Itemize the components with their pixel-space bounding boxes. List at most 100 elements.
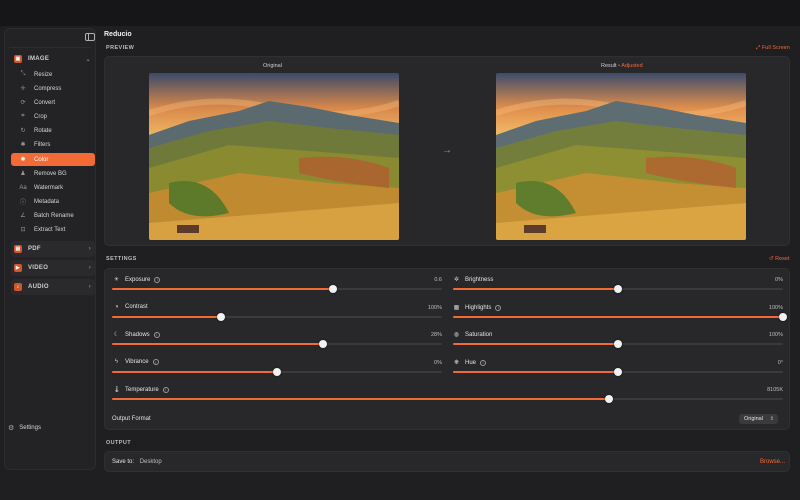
slider-name: Brightness xyxy=(465,276,494,283)
info-icon[interactable]: i xyxy=(153,331,160,338)
save-to-label: Save to: xyxy=(112,459,135,465)
slider-hue[interactable] xyxy=(453,368,783,376)
sidebar-item-label: Crop xyxy=(34,113,48,120)
sidebar-item-label: Compress xyxy=(34,85,62,92)
reset-label: Reset xyxy=(775,256,790,262)
info-icon[interactable]: i xyxy=(152,359,159,365)
slider-name: Shadows xyxy=(125,331,150,338)
sidebar-item-watermark[interactable]: Aa Watermark xyxy=(11,181,95,194)
slider-brightness[interactable] xyxy=(453,285,783,293)
sidebar-item-convert[interactable]: ⟳ Convert xyxy=(11,96,95,109)
info-icon[interactable]: i xyxy=(154,276,161,283)
output-format-select[interactable]: Original ⇕ xyxy=(739,414,778,424)
sidebar-settings[interactable]: ⚙ Settings xyxy=(8,424,41,432)
slider-value-hue: 0° xyxy=(777,360,783,366)
slider-fill xyxy=(453,343,618,345)
slider-value-brightness: 0% xyxy=(775,277,783,283)
landscape-photo-result xyxy=(496,73,746,240)
sidebar-section-image[interactable]: ▣ IMAGE ⌄ xyxy=(11,51,95,67)
slider-thumb[interactable] xyxy=(614,368,622,376)
slider-exposure[interactable] xyxy=(112,285,442,293)
sidebar-item-batch-rename[interactable]: ∠ Batch Rename xyxy=(11,209,95,222)
saturation-icon: ◍ xyxy=(453,332,460,338)
output-panel xyxy=(104,451,790,472)
slider-contrast[interactable] xyxy=(112,313,442,321)
slider-name: Highlights xyxy=(465,304,492,311)
output-format-label: Output Format xyxy=(112,416,151,422)
sidebar-item-resize[interactable]: ⤡ Resize xyxy=(11,68,95,81)
slider-value-shadows: 28% xyxy=(430,332,442,338)
full-screen-button[interactable]: ⤢ Full Screen xyxy=(756,45,790,52)
slider-name: Contrast xyxy=(125,304,148,310)
sidebar-item-filters[interactable]: ✱ Filters xyxy=(11,138,95,151)
chevron-updown-icon: ⇕ xyxy=(769,416,774,422)
output-format-value: Original xyxy=(744,416,763,422)
reset-button[interactable]: ↺ Reset xyxy=(769,256,790,262)
gear-icon: ⚙ xyxy=(8,425,15,432)
audio-icon: ♪ xyxy=(14,283,22,291)
slider-vibrance[interactable] xyxy=(112,368,442,376)
sidebar-section-audio[interactable]: ♪ AUDIO › xyxy=(11,279,95,295)
chevron-right-icon: › xyxy=(88,284,91,290)
slider-thumb[interactable] xyxy=(614,285,622,293)
sidebar-item-compress[interactable]: ✛ Compress xyxy=(11,82,95,95)
sidebar-item-label: Watermark xyxy=(34,184,64,191)
slider-value-highlights: 100% xyxy=(768,305,783,311)
sidebar-item-label: Convert xyxy=(34,99,56,106)
info-icon[interactable]: i xyxy=(162,386,169,393)
slider-shadows[interactable] xyxy=(112,340,442,348)
slider-thumb[interactable] xyxy=(614,340,622,348)
slider-value-temperature: 8105K xyxy=(767,387,783,393)
save-to-row: Save to: Desktop xyxy=(112,459,162,465)
slider-name: Saturation xyxy=(465,331,493,338)
sidebar-section-pdf[interactable]: ▤ PDF › xyxy=(11,241,95,257)
title-bar xyxy=(0,0,800,26)
sidebar-item-label: Metadata xyxy=(34,198,60,205)
sidebar-item-extract-text[interactable]: ⊡ Extract Text xyxy=(11,223,95,236)
extract-text-icon: ⊡ xyxy=(20,227,26,233)
slider-temperature[interactable] xyxy=(112,395,783,403)
sidebar-item-metadata[interactable]: ⓘ Metadata xyxy=(11,195,95,208)
slider-highlights[interactable] xyxy=(453,313,787,321)
slider-label-highlights: ▦ Highlights i xyxy=(453,304,502,311)
output-section-label: OUTPUT xyxy=(106,440,132,446)
slider-fill xyxy=(453,316,783,318)
full-screen-label: Full Screen xyxy=(761,45,790,51)
remove-bg-icon: ♟ xyxy=(20,171,26,177)
slider-value-saturation: 100% xyxy=(768,332,783,338)
preview-section-label: PREVIEW xyxy=(106,45,135,51)
slider-thumb[interactable] xyxy=(216,313,225,321)
section-label: PDF xyxy=(28,246,41,252)
sidebar-item-rotate[interactable]: ↻ Rotate xyxy=(11,124,95,137)
slider-label-hue: ❋ Hue i xyxy=(453,359,487,366)
slider-thumb[interactable] xyxy=(604,395,613,403)
info-icon[interactable]: i xyxy=(480,359,487,366)
slider-fill xyxy=(112,288,334,290)
chevron-down-icon: ⌄ xyxy=(85,56,91,63)
app-title: Reducio xyxy=(104,31,132,38)
settings-label: Settings xyxy=(19,425,41,431)
sidebar-item-label: Batch Rename xyxy=(34,212,74,219)
contrast-icon: ◑ xyxy=(114,304,119,310)
sidebar-item-crop[interactable]: ⌗ Crop xyxy=(11,110,95,123)
chevron-right-icon: › xyxy=(88,246,91,252)
slider-value-contrast: 100% xyxy=(427,305,442,311)
vibrance-icon: ϟ xyxy=(114,359,119,365)
image-icon: ▣ xyxy=(14,55,22,63)
original-image xyxy=(149,73,399,240)
info-icon[interactable]: i xyxy=(495,304,502,311)
slider-thumb[interactable] xyxy=(273,368,281,376)
sidebar-item-color[interactable]: ✺ Color xyxy=(11,153,95,166)
sidebar-section-video[interactable]: ▶ VIDEO › xyxy=(11,260,95,276)
section-label: IMAGE xyxy=(28,56,50,62)
compress-icon: ✛ xyxy=(20,86,26,92)
slider-saturation[interactable] xyxy=(453,340,783,348)
sidebar-toggle-icon[interactable] xyxy=(85,33,95,41)
settings-panel xyxy=(104,268,790,430)
browse-button[interactable]: Browse... xyxy=(760,459,785,465)
video-icon: ▶ xyxy=(14,264,22,272)
slider-thumb[interactable] xyxy=(779,313,787,321)
sidebar-item-remove-bg[interactable]: ♟ Remove BG xyxy=(11,167,95,180)
brightness-icon: ✲ xyxy=(453,277,460,283)
color-icon: ✺ xyxy=(20,157,26,163)
